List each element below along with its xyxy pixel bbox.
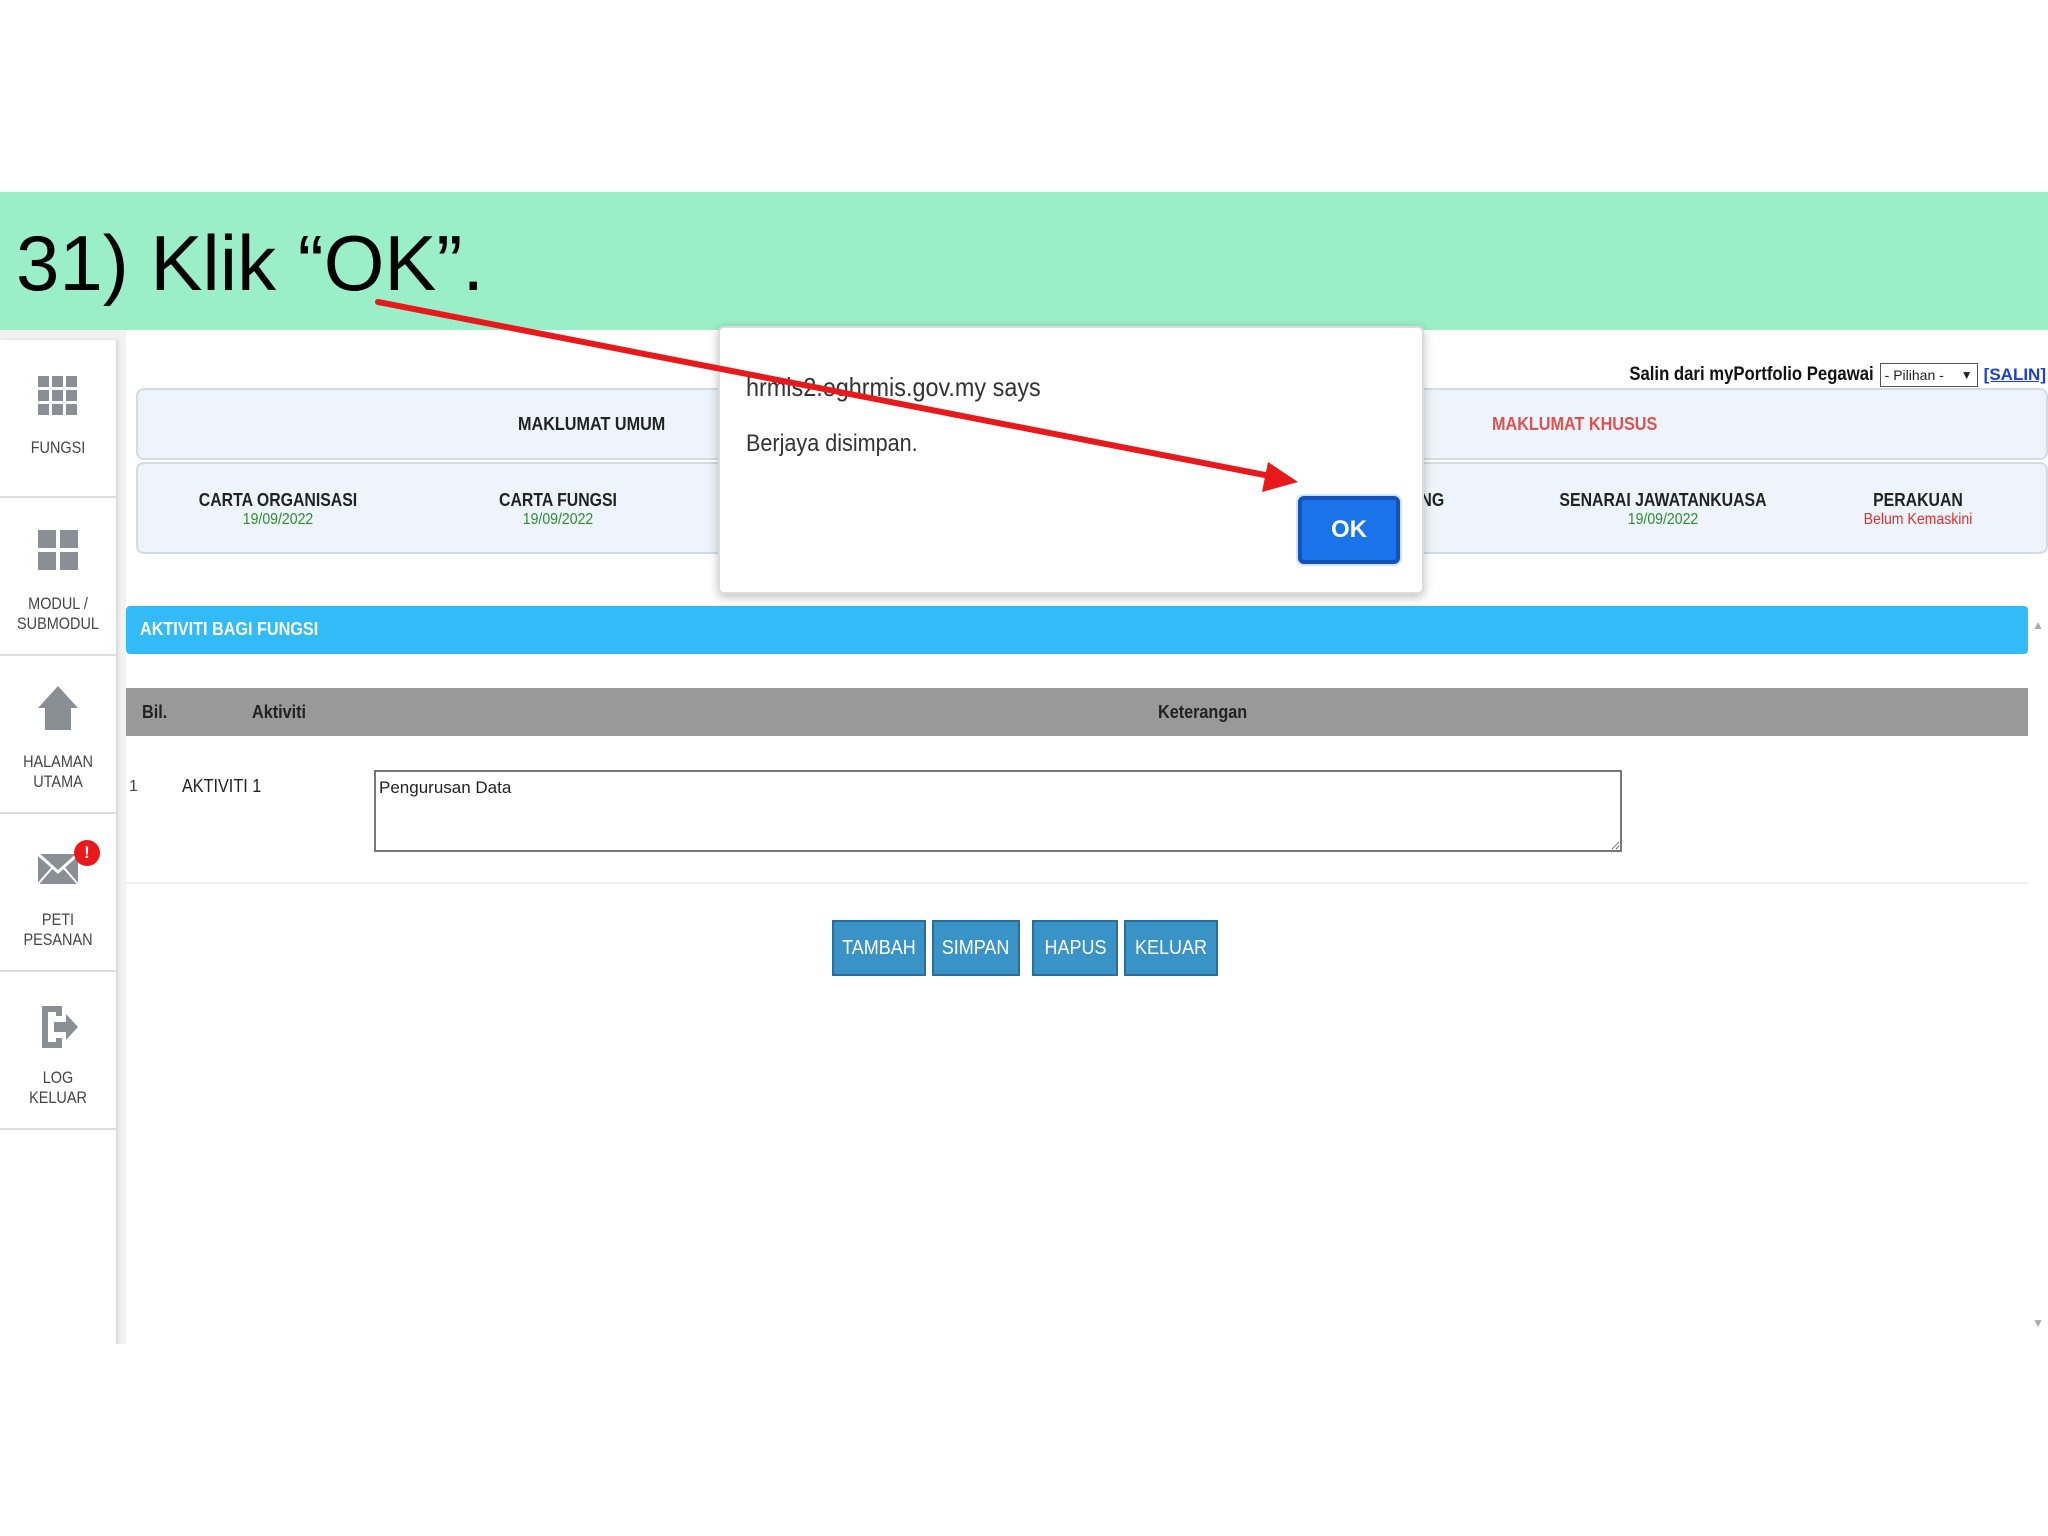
instruction-text: 31) Klik “OK”. xyxy=(16,219,485,307)
dialog-message: Berjaya disimpan. xyxy=(746,430,918,457)
subtab-senarai-jawatankuasa[interactable]: SENARAI JAWATANKUASA 19/09/2022 xyxy=(1538,490,1788,529)
scroll-up-arrow-icon[interactable]: ▲ xyxy=(2032,618,2044,632)
section-header: AKTIVITI BAGI FUNGSI xyxy=(126,606,2028,654)
sidebar-item-log-keluar[interactable]: LOG KELUAR xyxy=(0,972,116,1130)
subtab-date: 19/09/2022 xyxy=(242,511,314,528)
scroll-down-arrow-icon[interactable]: ▼ xyxy=(2032,1316,2044,1330)
copy-from-portfolio: Salin dari myPortfolio Pegawai - Pilihan… xyxy=(1596,360,2046,390)
section-title: AKTIVITI BAGI FUNGSI xyxy=(140,619,319,639)
sidebar-item-halaman-utama[interactable]: HALAMAN UTAMA xyxy=(0,656,116,814)
dialog-origin: hrmis2.eghrmis.gov.my says xyxy=(746,372,1041,402)
subtab-title: CARTA FUNGSI xyxy=(499,490,617,510)
alert-dialog: hrmis2.eghrmis.gov.my says Berjaya disim… xyxy=(718,326,1424,594)
sidebar-label-log-keluar: LOG KELUAR xyxy=(29,1068,87,1107)
notification-badge: ! xyxy=(74,840,100,866)
keterangan-textarea[interactable]: Pengurusan Data xyxy=(374,770,1622,852)
table-row: 1 AKTIVITI 1 Pengurusan Data xyxy=(126,736,2028,884)
subtab-title: NG xyxy=(1420,490,1445,510)
copy-select-value: - Pilihan - xyxy=(1884,367,1944,383)
subtab-carta-fungsi[interactable]: CARTA FUNGSI 19/09/2022 xyxy=(468,490,648,529)
header-bil: Bil. xyxy=(142,702,168,722)
copy-select[interactable]: - Pilihan - ▼ xyxy=(1879,363,1978,387)
sidebar-item-peti-pesanan[interactable]: ! PETI PESANAN xyxy=(0,814,116,972)
home-icon xyxy=(38,686,78,730)
tab-maklumat-umum[interactable]: MAKLUMAT UMUM xyxy=(518,414,665,435)
row-aktiviti: AKTIVITI 1 xyxy=(182,776,262,796)
modules-icon xyxy=(38,530,78,570)
table-header: Bil. Aktiviti Keterangan xyxy=(126,688,2028,736)
subtab-partial[interactable]: NG xyxy=(1418,490,1458,511)
instruction-banner: 31) Klik “OK”. xyxy=(0,192,2048,330)
sidebar-label-modul: MODUL / SUBMODUL xyxy=(17,594,99,633)
simpan-button[interactable]: SIMPAN xyxy=(932,920,1020,976)
chevron-down-icon: ▼ xyxy=(1960,368,1973,382)
copy-label: Salin dari myPortfolio Pegawai xyxy=(1629,364,1874,385)
tambah-button-label: TAMBAH xyxy=(842,936,916,959)
subtab-status: Belum Kemaskini xyxy=(1863,511,1973,528)
simpan-button-label: SIMPAN xyxy=(942,936,1010,959)
logout-icon xyxy=(42,1006,78,1048)
row-number: 1 xyxy=(129,778,138,795)
tambah-button[interactable]: TAMBAH xyxy=(832,920,926,976)
subtab-title: CARTA ORGANISASI xyxy=(198,490,358,510)
action-buttons: TAMBAH SIMPAN HAPUS KELUAR xyxy=(832,920,1218,976)
keluar-button-label: KELUAR xyxy=(1134,936,1208,959)
sidebar-item-fungsi[interactable]: FUNGSI xyxy=(0,340,116,498)
keluar-button[interactable]: KELUAR xyxy=(1124,920,1218,976)
subtab-date: 19/09/2022 xyxy=(1627,511,1699,528)
sidebar-label-fungsi: FUNGSI xyxy=(30,438,86,457)
sidebar: FUNGSI MODUL / SUBMODUL HALAMAN UTAMA ! … xyxy=(0,340,116,1344)
header-aktiviti: Aktiviti xyxy=(252,702,307,722)
subtab-date: 19/09/2022 xyxy=(522,511,594,528)
header-keterangan: Keterangan xyxy=(1158,702,1248,722)
subtab-title: PERAKUAN xyxy=(1873,490,1963,510)
copy-link[interactable]: [SALIN] xyxy=(1984,365,2046,385)
subtab-title: SENARAI JAWATANKUASA xyxy=(1559,490,1767,510)
grid-icon xyxy=(38,376,77,415)
sidebar-item-modul[interactable]: MODUL / SUBMODUL xyxy=(0,498,116,656)
sidebar-label-peti-pesanan: PETI PESANAN xyxy=(23,910,93,949)
sidebar-label-halaman-utama: HALAMAN UTAMA xyxy=(23,752,93,791)
tab-maklumat-khusus[interactable]: MAKLUMAT KHUSUS xyxy=(1492,414,1657,435)
subtab-perakuan[interactable]: PERAKUAN Belum Kemaskini xyxy=(1838,490,1998,529)
subtab-carta-organisasi[interactable]: CARTA ORGANISASI 19/09/2022 xyxy=(178,490,378,529)
hapus-button[interactable]: HAPUS xyxy=(1032,920,1118,976)
ok-button[interactable]: OK xyxy=(1298,496,1400,564)
hapus-button-label: HAPUS xyxy=(1043,936,1107,959)
